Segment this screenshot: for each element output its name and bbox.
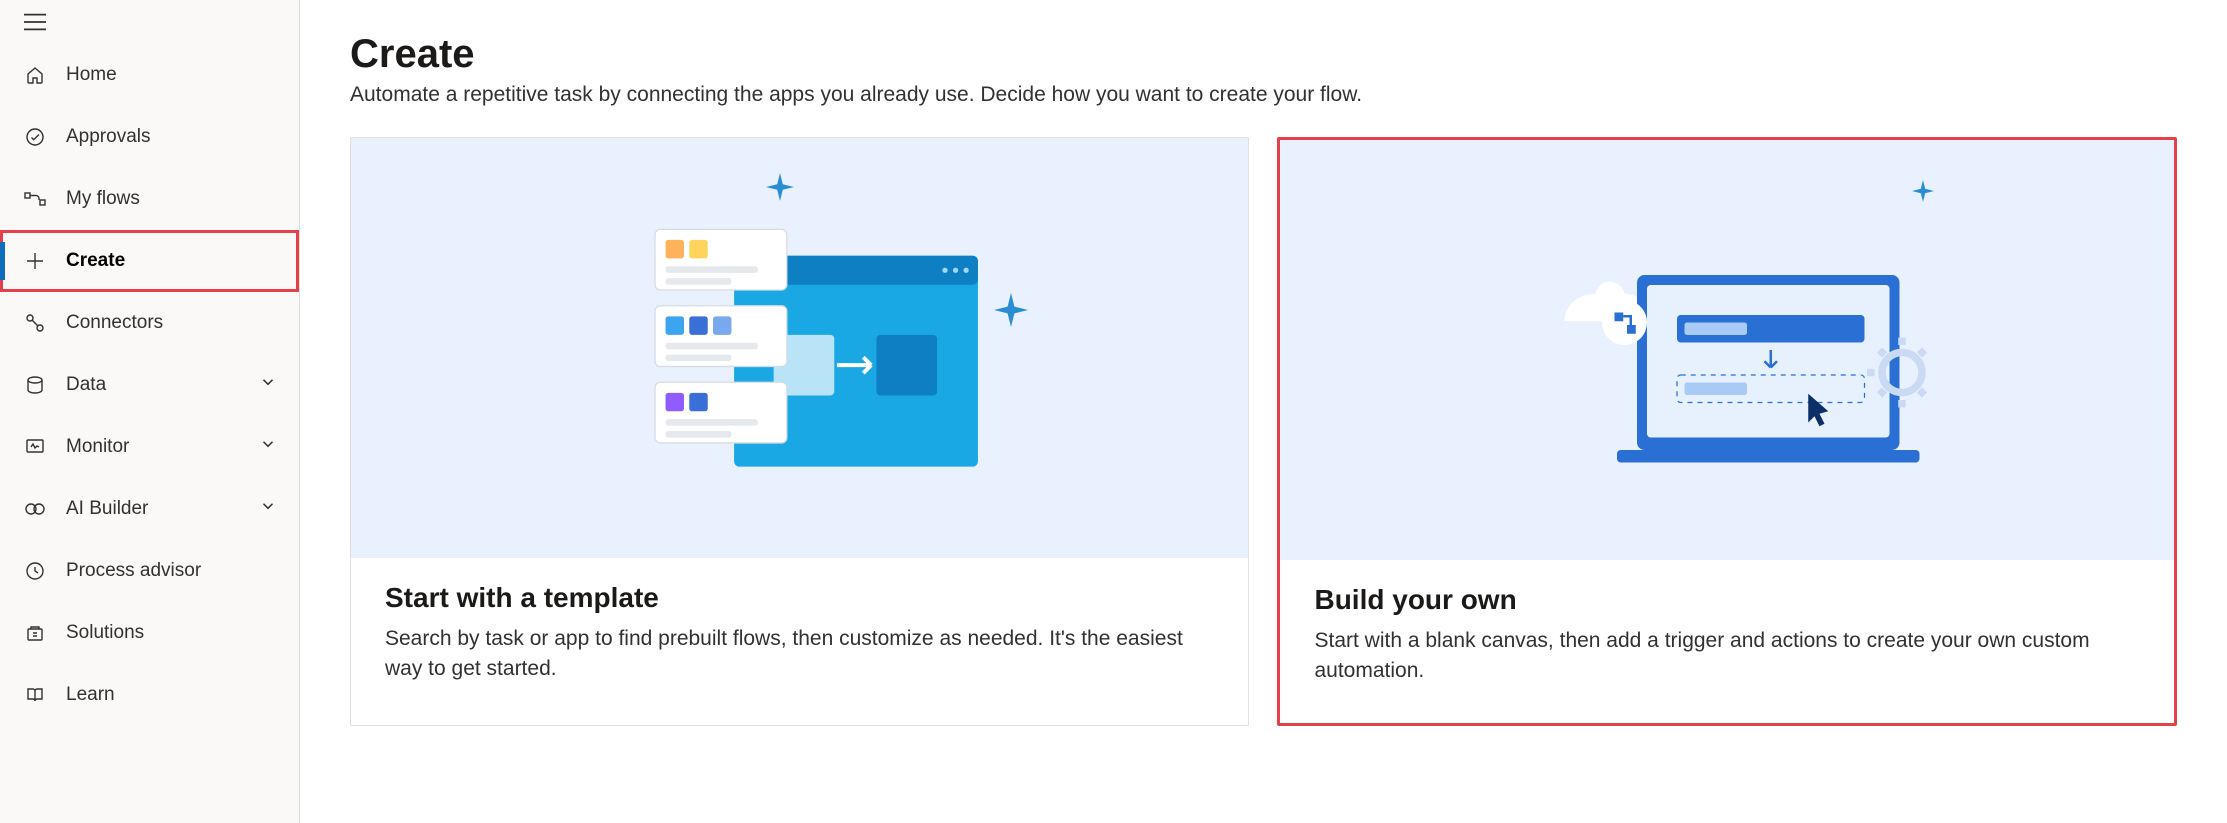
- connectors-icon: [22, 310, 48, 336]
- plus-icon: [22, 248, 48, 274]
- learn-icon: [22, 682, 48, 708]
- main-content: Create Automate a repetitive task by con…: [300, 0, 2227, 823]
- card-start-with-template[interactable]: Start with a template Search by task or …: [350, 137, 1249, 726]
- hamburger-icon: [22, 9, 48, 35]
- sidebar-item-label: Home: [66, 64, 277, 86]
- sidebar-item-label: My flows: [66, 188, 277, 210]
- sidebar-item-label: Approvals: [66, 126, 277, 148]
- ai-icon: [22, 496, 48, 522]
- sidebar-item-process-advisor[interactable]: Process advisor: [0, 540, 299, 602]
- sidebar-item-learn[interactable]: Learn: [0, 664, 299, 726]
- card-row: Start with a template Search by task or …: [350, 137, 2177, 726]
- data-icon: [22, 372, 48, 398]
- sidebar-item-label: Process advisor: [66, 560, 277, 582]
- page-subtitle: Automate a repetitive task by connecting…: [350, 83, 2177, 107]
- sidebar-item-label: Learn: [66, 684, 277, 706]
- monitor-icon: [22, 434, 48, 460]
- page-title: Create: [350, 32, 2177, 77]
- card-title: Build your own: [1314, 584, 2140, 616]
- template-illustration-icon: [600, 203, 1000, 493]
- sidebar-item-label: Solutions: [66, 622, 277, 644]
- chevron-down-icon: [259, 373, 277, 397]
- sidebar-item-label: Connectors: [66, 312, 277, 334]
- card-build-your-own[interactable]: Build your own Start with a blank canvas…: [1277, 137, 2177, 726]
- sidebar-item-aibuilder[interactable]: AI Builder: [0, 478, 299, 540]
- sidebar-toggle[interactable]: [0, 0, 299, 44]
- sidebar: Home Approvals My flows Create Connector…: [0, 0, 300, 823]
- process-icon: [22, 558, 48, 584]
- sidebar-item-label: Monitor: [66, 436, 241, 458]
- flow-icon: [22, 186, 48, 212]
- sidebar-item-approvals[interactable]: Approvals: [0, 106, 299, 168]
- sidebar-item-create[interactable]: Create: [0, 230, 299, 292]
- card-desc: Search by task or app to find prebuilt f…: [385, 624, 1214, 685]
- sidebar-item-label: AI Builder: [66, 498, 241, 520]
- build-illustration-icon: [1527, 220, 1927, 480]
- sidebar-item-solutions[interactable]: Solutions: [0, 602, 299, 664]
- home-icon: [22, 62, 48, 88]
- sidebar-item-myflows[interactable]: My flows: [0, 168, 299, 230]
- sidebar-item-label: Create: [66, 250, 277, 272]
- card-illustration: [1280, 140, 2174, 560]
- card-illustration: [351, 138, 1248, 558]
- approvals-icon: [22, 124, 48, 150]
- sidebar-item-data[interactable]: Data: [0, 354, 299, 416]
- sidebar-item-connectors[interactable]: Connectors: [0, 292, 299, 354]
- card-desc: Start with a blank canvas, then add a tr…: [1314, 626, 2140, 687]
- chevron-down-icon: [259, 497, 277, 521]
- solutions-icon: [22, 620, 48, 646]
- card-title: Start with a template: [385, 582, 1214, 614]
- sidebar-item-label: Data: [66, 374, 241, 396]
- chevron-down-icon: [259, 435, 277, 459]
- sidebar-item-home[interactable]: Home: [0, 44, 299, 106]
- sidebar-item-monitor[interactable]: Monitor: [0, 416, 299, 478]
